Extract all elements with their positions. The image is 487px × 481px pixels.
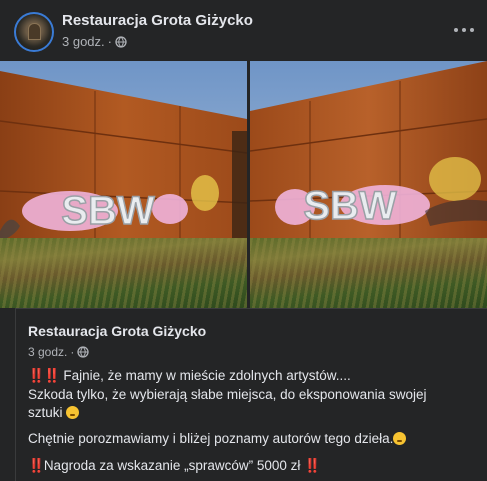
caption-page-name[interactable]: Restauracja Grota Giżycko — [28, 323, 206, 339]
thinking-face-emoji-icon — [393, 432, 407, 445]
page-avatar[interactable] — [14, 12, 54, 52]
more-options-button[interactable] — [446, 20, 482, 40]
post-caption-panel: Restauracja Grota Giżycko 3 godz. · ‼️‼️… — [15, 308, 487, 481]
sad-face-emoji-icon — [66, 406, 80, 419]
double-exclamation-icon: ‼️ — [304, 458, 321, 473]
post-photo-1[interactable]: SBW — [0, 61, 247, 308]
post-time[interactable]: 3 godz. — [62, 34, 105, 49]
caption-time[interactable]: 3 godz. — [28, 345, 67, 359]
caption-separator: · — [70, 345, 75, 359]
svg-text:SBW: SBW — [61, 189, 155, 233]
post-photo-2[interactable]: SBW — [250, 61, 487, 308]
page-name[interactable]: Restauracja Grota Giżycko — [62, 12, 253, 29]
caption-line-1: ‼️‼️ Fajnie, że mamy w mieście zdolnych … — [28, 368, 351, 383]
caption-line-3: Chętnie porozmawiamy i bliżej poznamy au… — [28, 430, 483, 448]
caption-line-4: ‼️Nagroda za wskazanie „sprawców” 5000 z… — [28, 458, 321, 473]
post-meta: 3 godz. · — [62, 34, 127, 49]
meta-separator: · — [107, 34, 112, 49]
post-header: Restauracja Grota Giżycko 3 godz. · — [0, 0, 487, 60]
globe-icon — [77, 346, 90, 358]
double-exclamation-icon: ‼️‼️ — [28, 368, 61, 383]
double-exclamation-icon: ‼️ — [28, 458, 45, 473]
post-card: Restauracja Grota Giżycko 3 godz. · SBW … — [0, 0, 487, 481]
caption-line-2: Szkoda tylko, że wybierają słabe miejsca… — [28, 387, 427, 402]
globe-icon — [115, 35, 127, 48]
caption-meta: 3 godz. · — [28, 345, 90, 359]
caption-line-2b: sztuki — [28, 404, 483, 422]
svg-text:SBW: SBW — [303, 184, 397, 228]
